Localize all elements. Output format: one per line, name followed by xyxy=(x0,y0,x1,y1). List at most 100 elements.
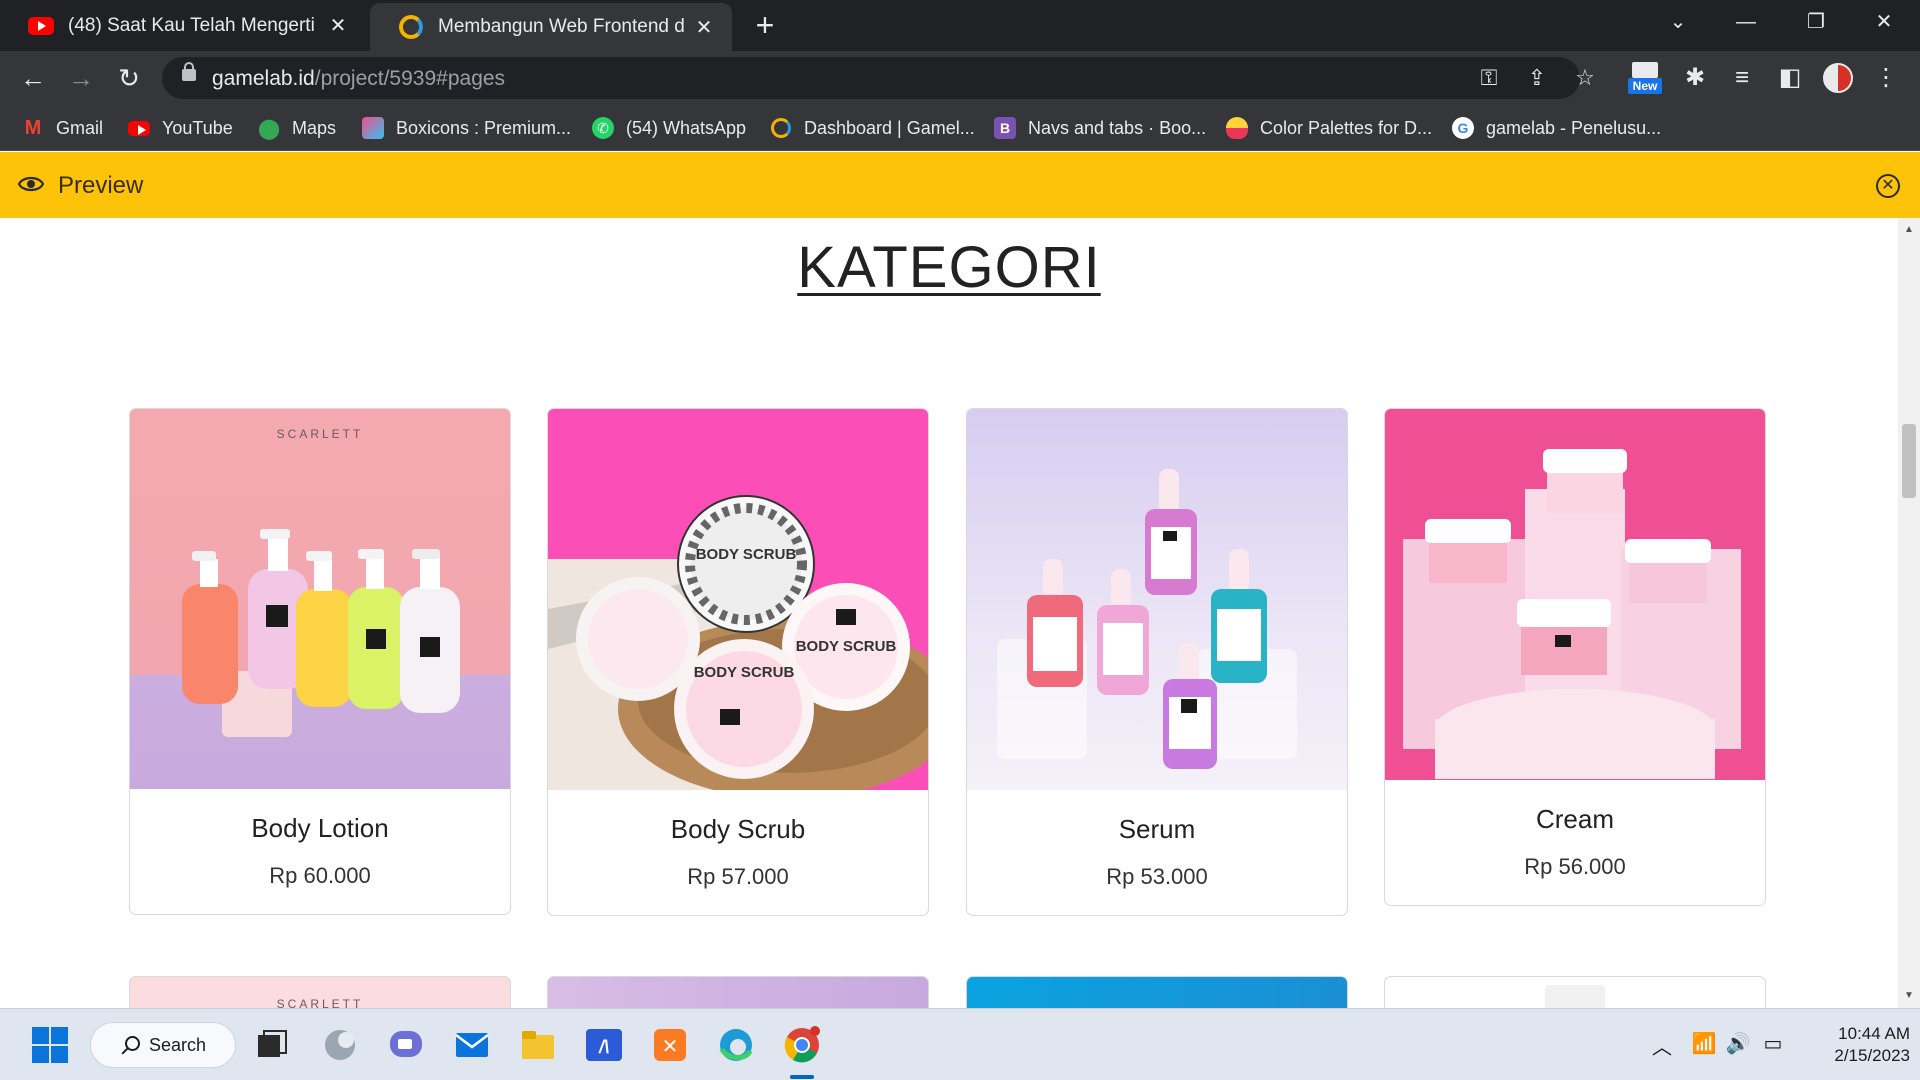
youtube-icon xyxy=(28,13,54,39)
gmail-icon: M xyxy=(24,116,42,139)
task-view-icon[interactable] xyxy=(252,1025,292,1065)
vscode-icon[interactable]: /\ xyxy=(584,1025,624,1065)
restore-icon[interactable]: ❐ xyxy=(1788,0,1844,44)
tab-gamelab[interactable]: Membangun Web Frontend deng ✕ xyxy=(370,3,732,51)
product-card[interactable] xyxy=(1384,976,1766,1008)
file-explorer-icon[interactable] xyxy=(518,1025,558,1065)
scroll-up-icon[interactable]: ▲ xyxy=(1898,224,1920,235)
google-icon: G xyxy=(1452,117,1474,139)
body-lotion-image: SCARLETT xyxy=(130,409,510,789)
teams-chat-icon[interactable] xyxy=(386,1025,426,1065)
bootstrap-icon: B xyxy=(994,117,1016,139)
close-preview-icon[interactable]: ✕ xyxy=(1876,174,1900,198)
bookmark-star-icon[interactable]: ☆ xyxy=(1570,63,1600,93)
product-price: Rp 56.000 xyxy=(1524,854,1626,879)
search-icon xyxy=(125,1036,140,1051)
product-card[interactable]: SCARLETT xyxy=(129,976,511,1008)
address-bar[interactable]: gamelab.id/project/5939#pages ⚿ ⇪ ☆ xyxy=(162,57,1595,99)
new-extension-icon[interactable]: New xyxy=(1628,58,1662,96)
bookmark-dashboard-gamelab[interactable]: Dashboard | Gamel... xyxy=(770,114,975,142)
side-panel-icon[interactable]: ◧ xyxy=(1772,60,1808,96)
browser-toolbar: ← → ↻ gamelab.id/project/5939#pages ⚿ ⇪ … xyxy=(0,51,1920,105)
preview-label: Preview xyxy=(58,172,144,199)
preview-bar: Preview ✕ xyxy=(0,152,1920,218)
bookmark-youtube[interactable]: YouTube xyxy=(128,114,233,142)
bookmark-color-palettes[interactable]: Color Palettes for D... xyxy=(1226,114,1432,142)
widgets-icon[interactable] xyxy=(320,1025,360,1065)
menu-kebab-icon[interactable]: ⋮ xyxy=(1868,60,1904,96)
product-card[interactable]: Cream Rp 56.000 xyxy=(1384,408,1766,906)
extensions-puzzle-icon[interactable]: ✱ xyxy=(1677,60,1713,96)
gamelab-icon xyxy=(398,14,424,40)
scrollbar-thumb[interactable] xyxy=(1902,424,1916,498)
tab-title: (48) Saat Kau Telah Mengerti - Vi xyxy=(68,14,318,36)
close-window-icon[interactable]: ✕ xyxy=(1856,0,1912,44)
wifi-icon[interactable]: 📶 xyxy=(1690,1031,1718,1059)
product-card[interactable]: Serum Rp 53.000 xyxy=(966,408,1348,916)
product-price: Rp 57.000 xyxy=(687,864,789,889)
browser-tab-strip: (48) Saat Kau Telah Mengerti - Vi ✕ Memb… xyxy=(0,0,1920,51)
page-title: KATEGORI xyxy=(797,235,1101,300)
media-queue-icon[interactable]: ≡ xyxy=(1724,60,1760,96)
xampp-icon[interactable]: ✕ xyxy=(650,1025,690,1065)
bookmark-whatsapp[interactable]: ✆ (54) WhatsApp xyxy=(592,114,746,142)
product-price: Rp 60.000 xyxy=(269,863,371,888)
profile-avatar[interactable] xyxy=(1823,63,1853,93)
windows-taskbar: Search /\ ✕ ︿ 📶 🔊 ▭ 10:44 AM 2/15/2023 xyxy=(0,1008,1920,1080)
bookmark-maps[interactable]: ⬤ Maps xyxy=(258,114,336,142)
tab-youtube[interactable]: (48) Saat Kau Telah Mengerti - Vi ✕ xyxy=(0,0,366,51)
boxicons-icon xyxy=(362,117,384,139)
active-app-indicator xyxy=(790,1075,814,1079)
tab-title: Membangun Web Frontend deng xyxy=(438,16,684,37)
taskbar-clock[interactable]: 10:44 AM 2/15/2023 xyxy=(1800,1023,1910,1067)
windows-start-icon[interactable] xyxy=(30,1025,70,1065)
scroll-down-icon[interactable]: ▼ xyxy=(1898,990,1920,1001)
body-scrub-image: BODY SCRUB BODY SCRUB BODY SCRUB xyxy=(548,409,928,790)
tab-close-icon[interactable]: ✕ xyxy=(326,13,350,38)
product-card[interactable]: SCARLETT xyxy=(129,408,511,915)
page-scrollbar[interactable]: ▲ ▼ xyxy=(1898,218,1920,1008)
product-card[interactable]: BODY SCRUB BODY SCRUB BODY SCRUB Body Sc… xyxy=(547,408,929,916)
volume-icon[interactable]: 🔊 xyxy=(1724,1031,1752,1059)
chrome-icon[interactable] xyxy=(782,1025,822,1065)
gamelab-icon xyxy=(770,117,792,139)
url-text[interactable]: gamelab.id/project/5939#pages xyxy=(212,67,505,91)
forward-icon[interactable]: → xyxy=(62,59,100,97)
youtube-icon xyxy=(128,117,150,139)
serum-image xyxy=(967,409,1347,790)
key-icon[interactable]: ⚿ xyxy=(1474,63,1504,93)
product-name: Serum xyxy=(1118,814,1196,844)
bookmarks-bar: M Gmail YouTube ⬤ Maps Boxicons : Premiu… xyxy=(0,105,1920,151)
bookmark-boxicons[interactable]: Boxicons : Premium... xyxy=(362,114,571,142)
lock-icon[interactable] xyxy=(182,62,196,81)
tab-search-icon[interactable]: ⌄ xyxy=(1650,0,1706,44)
svg-text:BODY SCRUB: BODY SCRUB xyxy=(796,638,897,655)
whatsapp-icon: ✆ xyxy=(592,117,614,139)
product-card[interactable] xyxy=(547,976,929,1008)
minimize-icon[interactable]: — xyxy=(1718,0,1774,44)
product-name: Body Scrub xyxy=(670,814,806,844)
reload-icon[interactable]: ↻ xyxy=(110,59,148,97)
taskbar-search[interactable]: Search xyxy=(90,1022,236,1068)
svg-text:BODY SCRUB: BODY SCRUB xyxy=(696,546,797,563)
page-content: KATEGORI SCARLETT Body Lotion Rp 60.000 … xyxy=(0,218,1898,1008)
back-icon[interactable]: ← xyxy=(14,59,52,97)
maps-icon: ⬤ xyxy=(257,117,281,140)
svg-text:✕: ✕ xyxy=(662,1036,679,1058)
product-price: Rp 53.000 xyxy=(1106,864,1208,889)
share-icon[interactable]: ⇪ xyxy=(1522,63,1552,93)
clock-time: 10:44 AM xyxy=(1838,1024,1910,1043)
svg-text:/\: /\ xyxy=(598,1037,609,1057)
cream-image xyxy=(1385,409,1765,780)
show-hidden-icons-icon[interactable]: ︿ xyxy=(1650,1031,1674,1059)
new-tab-button[interactable]: + xyxy=(748,8,782,42)
edge-icon[interactable] xyxy=(716,1025,756,1065)
bookmark-gmail[interactable]: M Gmail xyxy=(22,114,103,142)
battery-icon[interactable]: ▭ xyxy=(1758,1031,1788,1059)
bookmark-bootstrap[interactable]: B Navs and tabs · Boo... xyxy=(994,114,1206,142)
bookmark-google-search[interactable]: G gamelab - Penelusu... xyxy=(1452,114,1661,142)
mail-icon[interactable] xyxy=(452,1025,492,1065)
tab-close-icon[interactable]: ✕ xyxy=(692,15,716,40)
product-name: Cream xyxy=(1535,804,1614,834)
product-card[interactable] xyxy=(966,976,1348,1008)
